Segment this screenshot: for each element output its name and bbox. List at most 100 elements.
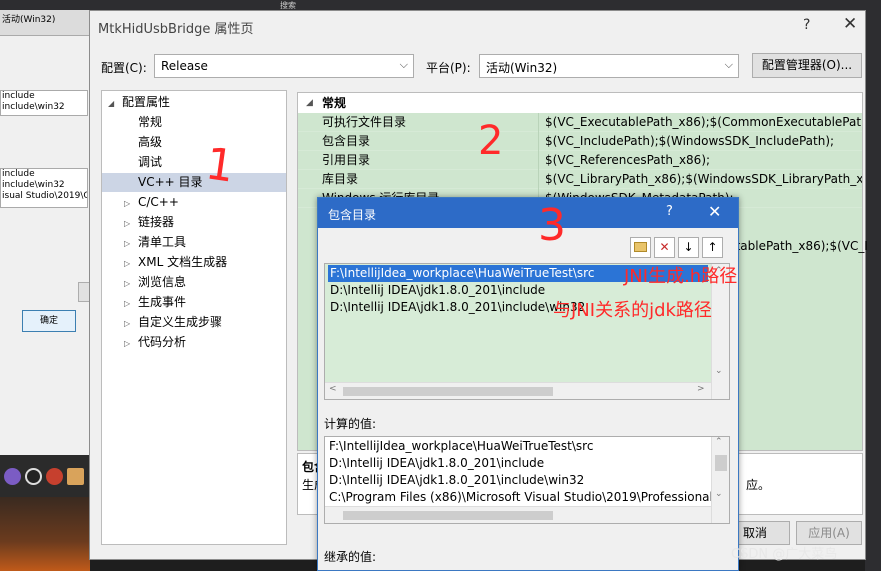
chevron-down-icon: ⌵ — [399, 58, 408, 71]
expand-icon: ▷ — [124, 339, 131, 348]
list-item: D:\Intellij IDEA\jdk1.8.0_201\include\wi… — [329, 473, 585, 487]
config-select[interactable]: Release ⌵ — [154, 54, 414, 78]
list-item: D:\Intellij IDEA\jdk1.8.0_201\include — [329, 456, 545, 470]
desktop-wallpaper — [0, 497, 90, 571]
expanded-icon: ◢ — [306, 98, 313, 108]
tree-item[interactable]: 常规 — [124, 113, 162, 132]
computed-values-list[interactable]: F:\IntellijIdea_workplace\HuaWeiTrueTest… — [324, 436, 730, 524]
tree-item[interactable]: ▷ 代码分析 — [124, 333, 186, 352]
new-folder-icon — [634, 242, 647, 252]
grid-row[interactable]: 库目录 $(VC_LibraryPath_x86);$(WindowsSDK_Li… — [298, 170, 862, 189]
tree-item-label: XML 文档生成器 — [138, 255, 228, 269]
grid-row[interactable]: 引用目录 $(VC_ReferencesPath_x86); — [298, 151, 862, 170]
tree-item[interactable]: 调试 — [124, 153, 162, 172]
config-manager-button[interactable]: 配置管理器(O)... — [752, 53, 862, 78]
scroll-thumb[interactable] — [715, 455, 727, 471]
taskbar — [0, 455, 90, 497]
background-line: include — [2, 169, 35, 179]
expand-icon: ▷ — [124, 219, 131, 228]
vs-icon[interactable] — [4, 467, 21, 485]
watermark: CSDN @广大菜鸟 — [731, 547, 838, 562]
help-icon[interactable]: ? — [666, 204, 673, 219]
list-item[interactable]: D:\Intellij IDEA\jdk1.8.0_201\include — [328, 282, 545, 299]
scroll-right-icon[interactable]: > — [697, 384, 705, 394]
background-titlebar: 活动(Win32) — [0, 10, 89, 36]
tree-item[interactable]: ▷ XML 文档生成器 — [124, 253, 227, 272]
tree-item[interactable]: ▷ 浏览信息 — [124, 273, 186, 292]
tree-item[interactable]: VC++ 目录 — [102, 173, 286, 192]
tree-item[interactable]: ▷ 生成事件 — [124, 293, 186, 312]
background-right-edge — [865, 10, 881, 571]
scroll-up-icon[interactable]: ⌃ — [715, 437, 723, 447]
help-icon[interactable]: ? — [803, 17, 810, 33]
app-icon[interactable] — [46, 467, 63, 485]
background-line: include — [2, 91, 35, 101]
close-icon[interactable]: ✕ — [708, 202, 721, 221]
annotation-jni-header-path: JNI生成.h路径 — [624, 266, 738, 287]
tree-item[interactable]: ▷ 清单工具 — [124, 233, 186, 252]
horizontal-scrollbar[interactable] — [325, 506, 711, 523]
tree-item-label: 高级 — [138, 135, 163, 149]
vertical-scrollbar[interactable]: ⌃ ⌄ — [711, 437, 729, 523]
sub-dialog-titlebar: 包含目录 ? ✕ — [318, 198, 738, 228]
expand-icon: ▷ — [124, 259, 131, 268]
property-tree: ◢ 配置属性 常规 高级 调试 VC++ 目录 ▷ C/C++ ▷ 链接器 ▷ 清单工具 ▷ XML 文… — [101, 90, 287, 545]
expand-icon: ▷ — [124, 239, 131, 248]
property-value[interactable]: $(VC_ExecutablePath_x86);$(CommonExecuta… — [538, 113, 862, 132]
annotation-2: 2 — [478, 118, 504, 164]
scroll-thumb[interactable] — [343, 387, 553, 396]
app-icon[interactable] — [67, 467, 84, 485]
app-icon[interactable] — [25, 467, 42, 485]
close-icon[interactable]: ✕ — [843, 14, 857, 34]
tree-item-label: 常规 — [138, 115, 163, 129]
annotation-3: 3 — [538, 200, 566, 251]
include-directories-dialog: 包含目录 ? ✕ ✕ ↓ ↑ F:\IntellijIdea_workplace… — [317, 197, 739, 571]
scroll-left-icon[interactable]: < — [329, 384, 337, 394]
scroll-thumb[interactable] — [343, 511, 553, 520]
tree-root-label: 配置属性 — [122, 95, 171, 109]
property-value[interactable]: $(VC_ReferencesPath_x86); — [538, 151, 862, 170]
tree-item[interactable]: ▷ C/C++ — [124, 193, 179, 212]
annotation-jdk-path: 与JNI关系的jdk路径 — [553, 300, 712, 321]
grid-partial-value: utablePath_x86);$(VC_I — [728, 239, 868, 253]
tree-item[interactable]: ▷ 链接器 — [124, 213, 174, 232]
grid-section-label: 常规 — [322, 96, 347, 110]
tree-item-label: 调试 — [138, 155, 163, 169]
platform-select[interactable]: 活动(Win32) ⌵ — [479, 54, 739, 78]
background-top-strip: 搜索 — [0, 0, 881, 10]
background-list-2: include include\win32 isual Studio\2019\… — [0, 168, 88, 208]
platform-label: 平台(P): — [426, 61, 471, 75]
platform-value: 活动(Win32) — [486, 61, 558, 75]
description-text-end: 应。 — [746, 478, 771, 492]
expanded-icon: ◢ — [108, 99, 115, 108]
scroll-down-icon[interactable]: ⌄ — [715, 489, 723, 499]
background-list-1: include include\win32 — [0, 90, 88, 116]
grid-section-general[interactable]: ◢ 常规 — [298, 93, 862, 113]
apply-button[interactable]: 应用(A) — [796, 521, 862, 545]
delete-button[interactable]: ✕ — [654, 237, 675, 258]
tree-item[interactable]: ▷ 自定义生成步骤 — [124, 313, 222, 332]
dialog-title: MtkHidUsbBridge 属性页 — [98, 22, 254, 37]
scroll-down-icon[interactable]: ⌄ — [715, 366, 723, 376]
tree-item-label: 清单工具 — [138, 235, 187, 249]
new-folder-button[interactable] — [630, 237, 651, 258]
tree-root[interactable]: ◢ 配置属性 — [108, 93, 170, 112]
grid-row[interactable]: 可执行文件目录 $(VC_ExecutablePath_x86);$(Common… — [298, 113, 862, 132]
tree-item-label: 浏览信息 — [138, 275, 187, 289]
property-value[interactable]: $(VC_LibraryPath_x86);$(WindowsSDK_Libra… — [538, 170, 862, 189]
move-down-button[interactable]: ↓ — [678, 237, 699, 258]
list-item[interactable]: D:\Intellij IDEA\jdk1.8.0_201\include\wi… — [328, 299, 585, 316]
tree-item-label: VC++ 目录 — [138, 175, 203, 189]
property-value[interactable]: $(VC_IncludePath);$(WindowsSDK_IncludePa… — [538, 132, 862, 151]
background-window: 活动(Win32) include include\win32 include … — [0, 10, 90, 455]
horizontal-scrollbar[interactable]: < > — [325, 382, 711, 399]
tree-item-label: 代码分析 — [138, 335, 187, 349]
inherited-values-label: 继承的值: — [324, 550, 377, 564]
tree-item[interactable]: 高级 — [124, 133, 162, 152]
move-up-button[interactable]: ↑ — [702, 237, 723, 258]
chevron-down-icon: ⌵ — [724, 58, 733, 71]
tree-item-label: 生成事件 — [138, 295, 187, 309]
sub-dialog-title: 包含目录 — [328, 208, 377, 222]
grid-row[interactable]: 包含目录 $(VC_IncludePath);$(WindowsSDK_Inclu… — [298, 132, 862, 151]
background-ok-button[interactable]: 确定 — [22, 310, 76, 332]
